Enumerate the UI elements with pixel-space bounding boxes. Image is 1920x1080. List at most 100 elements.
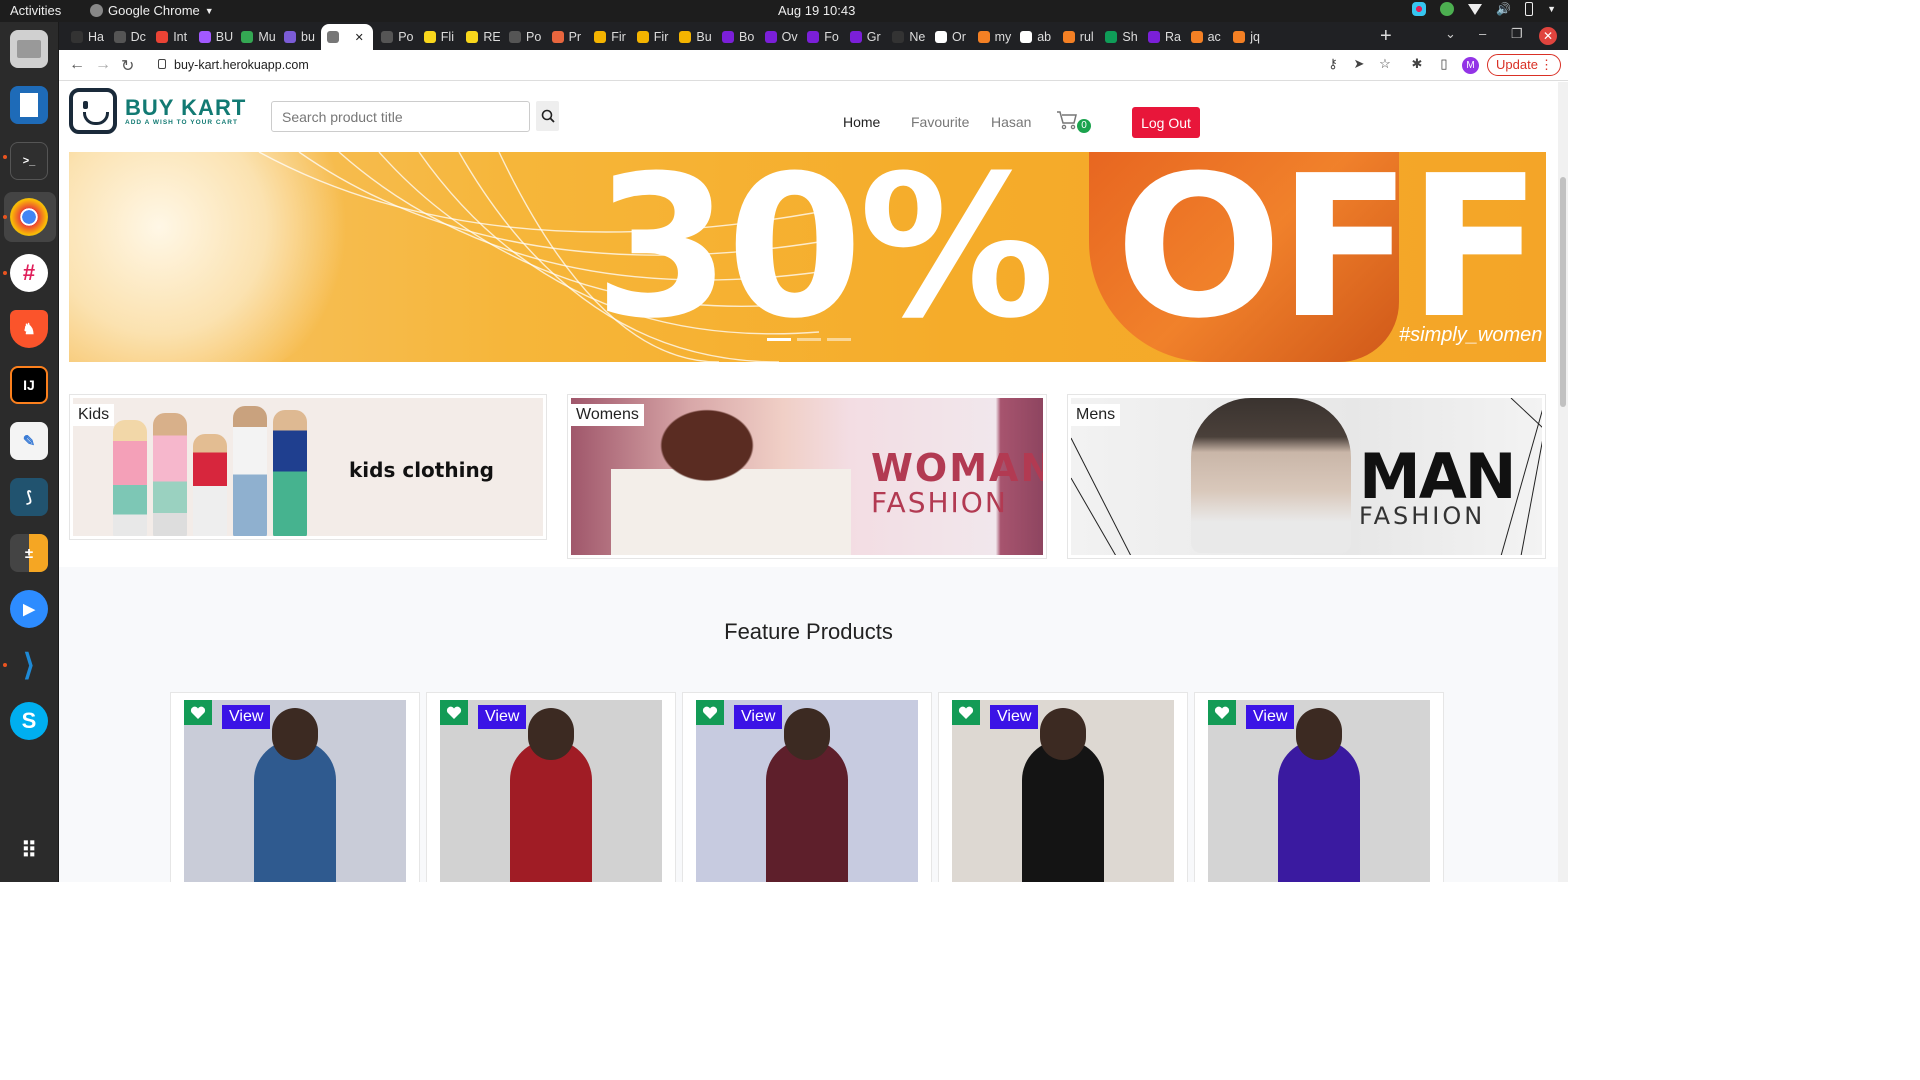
key-icon[interactable]: ⚷	[1326, 57, 1340, 71]
category-card-kids[interactable]: kids clothing Kids	[69, 394, 547, 540]
skype-icon[interactable]: S	[10, 702, 48, 740]
promo-carousel[interactable]: 30% OFF #simply_women	[69, 152, 1546, 362]
product-image[interactable]: View	[696, 700, 918, 882]
power-menu-icon[interactable]: ▼	[1547, 4, 1556, 14]
restore-button[interactable]: ❐	[1511, 26, 1523, 42]
browser-tab[interactable]: Ra	[1142, 26, 1182, 48]
browser-tab[interactable]: Ha	[65, 26, 105, 48]
close-tab-icon[interactable]: ✕	[355, 31, 364, 44]
browser-tab[interactable]: rul	[1057, 26, 1097, 48]
calculator-icon[interactable]: ±	[10, 534, 48, 572]
app-grid-icon[interactable]: ⠿	[10, 832, 48, 870]
browser-tab[interactable]: Fli	[418, 26, 458, 48]
product-card[interactable]: View	[426, 692, 676, 882]
browser-tab[interactable]: BU	[193, 26, 233, 48]
forward-arrow-icon[interactable]: →	[95, 56, 111, 74]
tab-search-icon[interactable]: ⌄	[1445, 26, 1456, 42]
brave-icon[interactable]: ♞	[10, 310, 48, 348]
reload-icon[interactable]: ↻	[121, 56, 134, 76]
favourite-button[interactable]	[696, 700, 724, 725]
terminal-icon[interactable]: >_	[10, 142, 48, 180]
view-product-button[interactable]: View	[990, 705, 1039, 729]
activities-button[interactable]: Activities	[10, 3, 61, 18]
carousel-indicator-2[interactable]	[797, 338, 821, 341]
product-card[interactable]: View	[682, 692, 932, 882]
back-arrow-icon[interactable]: ←	[69, 56, 85, 74]
view-product-button[interactable]: View	[734, 705, 783, 729]
profile-avatar[interactable]: M	[1462, 57, 1479, 74]
clock[interactable]: Aug 19 10:43	[778, 3, 855, 18]
nav-favourite[interactable]: Favourite	[911, 114, 969, 130]
url-field[interactable]: buy-kart.herokuapp.com	[174, 58, 309, 72]
text-editor-icon[interactable]: ✎	[10, 422, 48, 460]
slack-icon[interactable]: #	[10, 254, 48, 292]
browser-tab[interactable]: Int	[150, 26, 190, 48]
category-card-mens[interactable]: MAN FASHION Mens	[1067, 394, 1546, 559]
logout-button[interactable]: Log Out	[1132, 107, 1200, 138]
product-image[interactable]: View	[952, 700, 1174, 882]
product-image[interactable]: View	[1208, 700, 1430, 882]
writer-icon[interactable]	[10, 86, 48, 124]
browser-tab[interactable]: Fo	[801, 26, 841, 48]
side-panel-icon[interactable]: ▯	[1437, 57, 1451, 71]
send-icon[interactable]: ➤	[1352, 57, 1366, 71]
volume-icon[interactable]: 🔊	[1496, 2, 1511, 16]
page-scrollbar[interactable]	[1558, 82, 1568, 882]
browser-tab[interactable]: Po	[375, 26, 415, 48]
browser-tab[interactable]: Ov	[759, 26, 799, 48]
carousel-indicator-3[interactable]	[827, 338, 851, 341]
browser-tab[interactable]: Dc	[108, 26, 148, 48]
carousel-indicator-1[interactable]	[767, 338, 791, 341]
scrollbar-thumb[interactable]	[1560, 177, 1566, 407]
app-menu[interactable]: Google Chrome ▼	[90, 3, 214, 18]
close-window-button[interactable]: ✕	[1539, 27, 1557, 45]
extensions-puzzle-icon[interactable]: ✱	[1410, 57, 1424, 71]
browser-tab[interactable]: ac	[1185, 26, 1225, 48]
browser-tab[interactable]: Po	[503, 26, 543, 48]
favourite-button[interactable]	[440, 700, 468, 725]
product-card[interactable]: View	[1194, 692, 1444, 882]
files-icon[interactable]	[10, 30, 48, 68]
product-image[interactable]: View	[184, 700, 406, 882]
update-tray-icon[interactable]	[1440, 2, 1455, 16]
view-product-button[interactable]: View	[1246, 705, 1295, 729]
browser-tab[interactable]: Bu	[673, 26, 713, 48]
kebab-menu-icon[interactable]: ⋮	[1540, 55, 1553, 75]
battery-icon[interactable]	[1525, 2, 1534, 16]
browser-tab[interactable]: jq	[1227, 26, 1267, 48]
mysql-workbench-icon[interactable]: ⟆	[10, 478, 48, 516]
product-image[interactable]: View	[440, 700, 662, 882]
vscode-icon[interactable]: ⟩	[10, 646, 48, 684]
browser-tab[interactable]: Fir	[588, 26, 628, 48]
browser-tab[interactable]: Mu	[235, 26, 275, 48]
update-button[interactable]: Update ⋮	[1487, 54, 1561, 76]
browser-tab[interactable]: ab	[1014, 26, 1054, 48]
browser-tab[interactable]: Bo	[716, 26, 756, 48]
chrome-icon[interactable]	[10, 198, 48, 236]
search-button[interactable]	[536, 101, 559, 131]
browser-tab[interactable]: Ne	[886, 26, 926, 48]
view-product-button[interactable]: View	[222, 705, 271, 729]
search-input[interactable]	[271, 101, 530, 132]
cart-link[interactable]: 0	[1056, 110, 1091, 135]
browser-tab[interactable]: my	[972, 26, 1012, 48]
browser-tab[interactable]: Fir	[631, 26, 671, 48]
favourite-button[interactable]	[952, 700, 980, 725]
intellij-icon[interactable]: IJ	[10, 366, 48, 404]
browser-tab[interactable]: RE	[460, 26, 500, 48]
browser-tab[interactable]: Gr	[844, 26, 884, 48]
browser-tab[interactable]: bu	[278, 26, 318, 48]
browser-tab[interactable]: Pr	[546, 26, 586, 48]
category-card-womens[interactable]: WOMAN FASHION Womens	[567, 394, 1047, 559]
bookmark-star-icon[interactable]: ☆	[1378, 57, 1392, 71]
browser-tab[interactable]: Sh	[1099, 26, 1139, 48]
view-product-button[interactable]: View	[478, 705, 527, 729]
product-card[interactable]: View	[170, 692, 420, 882]
zoom-icon[interactable]: ▶	[10, 590, 48, 628]
product-card[interactable]: View	[938, 692, 1188, 882]
browser-tab[interactable]: ✕	[320, 24, 373, 50]
lock-icon[interactable]	[158, 59, 166, 69]
favourite-button[interactable]	[1208, 700, 1236, 725]
slack-tray-icon[interactable]	[1412, 2, 1427, 16]
favourite-button[interactable]	[184, 700, 212, 725]
